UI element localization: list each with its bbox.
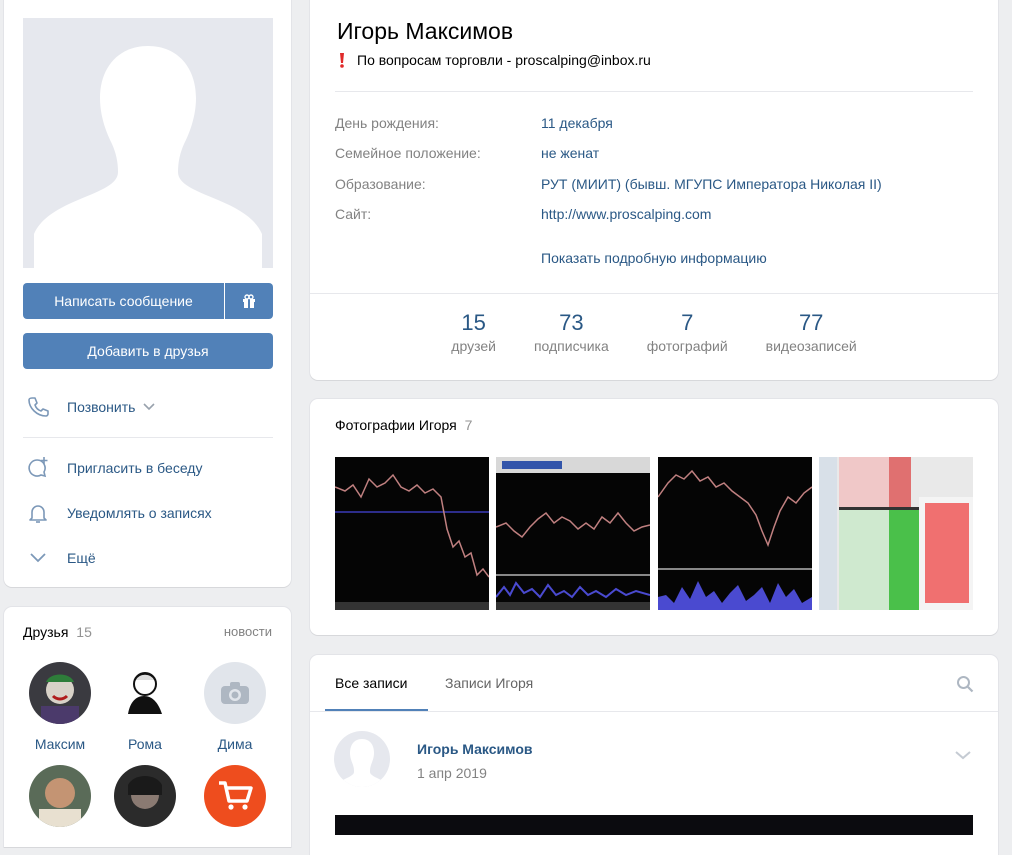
info-value-link[interactable]: не женат xyxy=(541,145,599,161)
search-icon[interactable] xyxy=(956,675,974,698)
friends-title: Друзья xyxy=(23,624,69,640)
notify-label: Уведомлять о записях xyxy=(67,505,212,521)
profile-info-card: Игорь Максимов По вопросам торговли - pr… xyxy=(310,0,998,380)
info-label: Образование: xyxy=(335,176,426,192)
friend-item[interactable]: Рома xyxy=(105,662,185,752)
friend-name: Дима xyxy=(217,736,253,752)
page-title: Игорь Максимов xyxy=(337,18,514,44)
friend-avatar xyxy=(29,765,91,827)
invite-to-chat-action[interactable]: Пригласить в беседу xyxy=(23,453,273,483)
counter-friends[interactable]: 15 друзей xyxy=(451,310,496,354)
camera-icon xyxy=(204,662,266,724)
counter-label: подписчика xyxy=(533,338,609,354)
friends-header[interactable]: Друзья 15 xyxy=(23,624,92,640)
counter-label: видеозаписей xyxy=(765,338,857,354)
invite-label: Пригласить в беседу xyxy=(67,460,203,476)
photos-header[interactable]: Фотографии Игоря 7 xyxy=(335,417,472,433)
post-author-avatar[interactable] xyxy=(334,731,390,787)
friend-item[interactable]: Дима xyxy=(195,662,275,752)
default-avatar-silhouette-icon xyxy=(23,18,273,268)
wall-card: Все записи Записи Игоря Игорь Максимов 1… xyxy=(310,655,998,855)
post-author-name[interactable]: Игорь Максимов xyxy=(417,741,532,757)
profile-status: По вопросам торговли - proscalping@inbox… xyxy=(337,52,651,68)
friend-avatar xyxy=(114,662,176,724)
divider xyxy=(310,711,998,712)
add-friend-button[interactable]: Добавить в друзья xyxy=(23,333,273,369)
exclamation-icon xyxy=(340,53,344,68)
counter-photos[interactable]: 7 фотографий xyxy=(647,310,728,354)
show-more-link[interactable]: Показать подробную информацию xyxy=(541,250,767,266)
info-label: День рождения: xyxy=(335,115,439,131)
divider xyxy=(335,91,973,92)
chat-add-icon xyxy=(23,453,53,483)
friend-item[interactable] xyxy=(195,765,275,839)
status-text: По вопросам торговли - proscalping@inbox… xyxy=(357,52,651,68)
photos-title: Фотографии Игоря xyxy=(335,417,457,433)
info-row-birthday: День рождения: 11 декабря xyxy=(335,115,613,131)
friends-card: Друзья 15 новости Максим Рома Дима xyxy=(4,607,291,847)
profile-avatar[interactable] xyxy=(23,18,273,268)
phone-icon xyxy=(23,392,53,422)
chevron-down-icon[interactable] xyxy=(954,747,972,765)
friend-avatar xyxy=(114,765,176,827)
divider xyxy=(310,293,998,294)
counter-label: друзей xyxy=(451,338,496,354)
info-value-link[interactable]: http://www.proscalping.com xyxy=(541,206,711,222)
friend-name: Рома xyxy=(128,736,162,752)
friend-item[interactable] xyxy=(20,765,100,839)
photos-card: Фотографии Игоря 7 xyxy=(310,399,998,635)
profile-counters: 15 друзей 73 подписчика 7 фотографий 77 … xyxy=(310,310,998,354)
friend-item[interactable] xyxy=(105,765,185,839)
counter-number: 7 xyxy=(681,310,694,335)
tab-all-posts[interactable]: Все записи xyxy=(335,675,407,691)
info-row-education: Образование: РУТ (МИИТ) (бывш. МГУПС Имп… xyxy=(335,176,882,192)
info-row-relationship: Семейное положение: не женат xyxy=(335,145,599,161)
call-label: Позвонить xyxy=(67,399,136,415)
friend-avatar xyxy=(29,662,91,724)
counter-label: фотографий xyxy=(646,338,728,354)
post-date[interactable]: 1 апр 2019 xyxy=(417,765,487,781)
gift-button[interactable] xyxy=(225,283,273,319)
info-label: Сайт: xyxy=(335,206,372,222)
friend-item[interactable]: Максим xyxy=(20,662,100,752)
photo-thumbnail[interactable] xyxy=(658,457,812,610)
counter-number: 15 xyxy=(461,310,486,335)
chevron-down-icon xyxy=(23,543,53,573)
friends-count: 15 xyxy=(76,624,92,640)
call-action[interactable]: Позвонить xyxy=(23,392,273,422)
more-action[interactable]: Ещё xyxy=(23,543,273,573)
friends-news-link[interactable]: новости xyxy=(224,624,272,639)
counter-followers[interactable]: 73 подписчика xyxy=(534,310,609,354)
chevron-down-icon xyxy=(143,403,156,411)
info-row-website: Сайт: http://www.proscalping.com xyxy=(335,206,711,222)
bell-icon xyxy=(23,498,53,528)
counter-videos[interactable]: 77 видеозаписей xyxy=(766,310,857,354)
tab-owner-posts[interactable]: Записи Игоря xyxy=(445,675,533,691)
counter-number: 77 xyxy=(798,310,824,335)
photo-thumbnail[interactable] xyxy=(496,457,650,610)
friend-name: Максим xyxy=(34,736,86,752)
divider xyxy=(23,437,273,438)
post-media-preview[interactable] xyxy=(335,815,973,835)
profile-actions-card: Написать сообщение Добавить в друзья Поз… xyxy=(4,0,291,587)
notify-posts-action[interactable]: Уведомлять о записях xyxy=(23,498,273,528)
photo-thumbnail[interactable] xyxy=(335,457,489,610)
photos-count: 7 xyxy=(464,417,473,433)
shopping-cart-icon xyxy=(204,765,266,827)
photo-thumbnail[interactable] xyxy=(819,457,973,610)
gift-icon xyxy=(243,294,255,308)
info-value-link[interactable]: РУТ (МИИТ) (бывш. МГУПС Императора Никол… xyxy=(541,176,882,192)
more-label: Ещё xyxy=(67,550,96,566)
info-value-link[interactable]: 11 декабря xyxy=(541,115,613,131)
info-label: Семейное положение: xyxy=(335,145,481,161)
send-message-button[interactable]: Написать сообщение xyxy=(23,283,224,319)
counter-number: 73 xyxy=(559,310,584,335)
